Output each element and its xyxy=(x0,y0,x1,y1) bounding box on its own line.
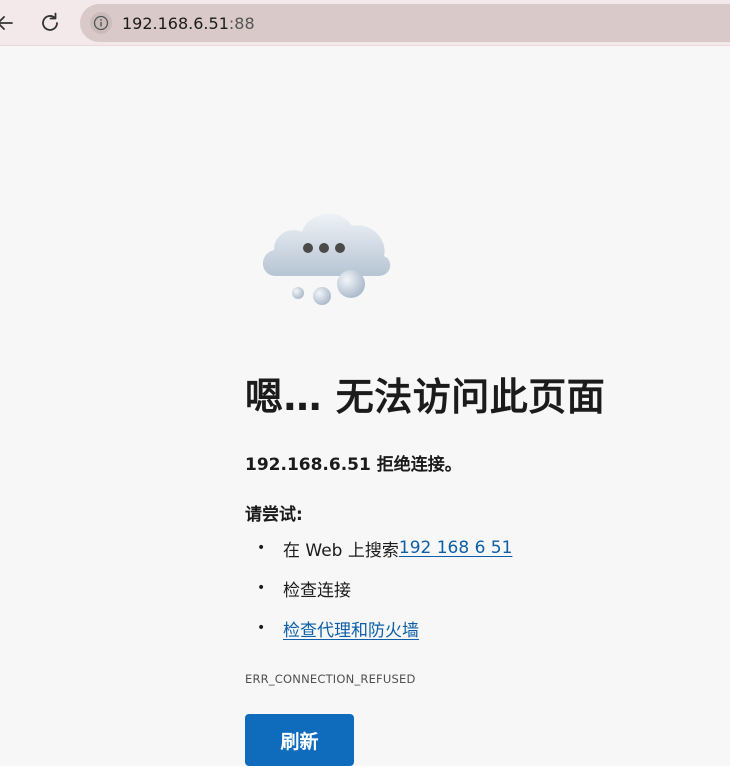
info-icon xyxy=(93,15,109,31)
refused-host: 192.168.6.51 xyxy=(245,455,371,475)
suggestion-text: 在 Web 上搜索 xyxy=(283,540,399,561)
cloud-icon xyxy=(262,213,391,305)
bullet-icon: • xyxy=(257,580,266,596)
search-web-link[interactable]: 192 168 6 51 xyxy=(399,538,513,558)
url-port: :88 xyxy=(228,13,255,33)
suggestion-text: 检查连接 xyxy=(283,580,351,601)
back-button[interactable] xyxy=(0,8,20,38)
site-info-button[interactable] xyxy=(90,12,112,34)
bullet-icon: • xyxy=(257,620,266,636)
url-host: 192.168.6.51 xyxy=(122,13,229,33)
list-item: • 检查代理和防火墙 xyxy=(245,608,512,648)
error-code: ERR_CONNECTION_REFUSED xyxy=(245,672,416,686)
refused-text: 拒绝连接。 xyxy=(370,455,462,475)
check-proxy-firewall-link[interactable]: 检查代理和防火墙 xyxy=(283,616,419,641)
browser-toolbar: 192.168.6.51:88 xyxy=(0,0,730,46)
error-content: 嗯… 无法访问此页面 192.168.6.51 拒绝连接。 请尝试: • 在 W… xyxy=(245,370,715,766)
refresh-button[interactable]: 刷新 xyxy=(245,714,354,766)
reload-button[interactable] xyxy=(35,8,65,38)
try-label: 请尝试: xyxy=(245,505,303,525)
list-item: • 在 Web 上搜索 192 168 6 51 xyxy=(245,528,512,568)
reload-icon xyxy=(42,12,58,31)
address-bar[interactable]: 192.168.6.51:88 xyxy=(80,4,730,42)
url-text[interactable]: 192.168.6.51:88 xyxy=(122,14,255,33)
list-item: • 检查连接 xyxy=(245,568,512,608)
error-description: 192.168.6.51 拒绝连接。 xyxy=(245,450,462,475)
suggestion-list: • 在 Web 上搜索 192 168 6 51 • 检查连接 • 检查代理和防… xyxy=(245,528,512,648)
bullet-icon: • xyxy=(257,540,266,556)
page-title: 嗯… 无法访问此页面 xyxy=(245,375,606,419)
arrow-left-icon xyxy=(0,16,13,30)
